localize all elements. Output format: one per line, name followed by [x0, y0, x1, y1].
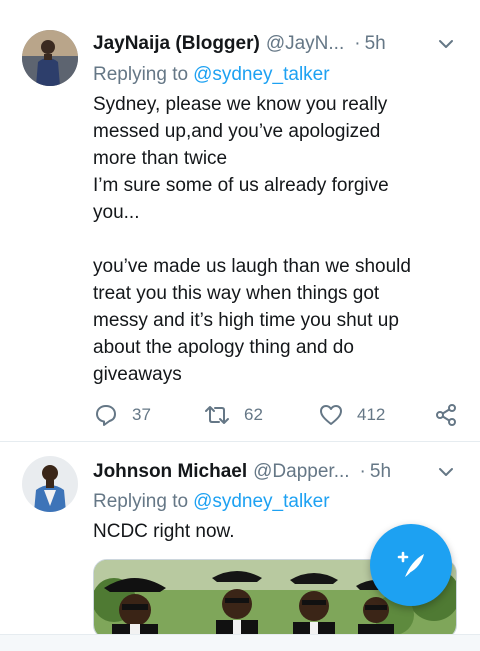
- compose-tweet-button[interactable]: [370, 524, 452, 606]
- retweet-button[interactable]: 62: [203, 400, 263, 430]
- replying-to: Replying to @sydney_talker: [93, 64, 330, 86]
- avatar[interactable]: [22, 456, 78, 512]
- avatar[interactable]: [22, 30, 78, 86]
- timestamp[interactable]: 5h: [365, 33, 386, 55]
- tweet-header: Johnson Michael @Dapper... · 5h: [93, 460, 456, 484]
- user-handle[interactable]: @Dapper...: [253, 461, 349, 483]
- tweet-actions: 37 62 412: [93, 400, 458, 430]
- retweet-count: 62: [244, 405, 263, 424]
- chevron-down-icon[interactable]: [436, 462, 456, 482]
- heart-icon: [320, 405, 342, 425]
- like-button[interactable]: 412: [318, 400, 385, 430]
- like-count: 412: [357, 405, 386, 424]
- replying-to-label: Replying to: [93, 64, 189, 85]
- display-name[interactable]: Johnson Michael: [93, 461, 247, 483]
- separator-dot: ·: [354, 33, 361, 54]
- share-button[interactable]: [434, 400, 458, 430]
- timestamp[interactable]: 5h: [370, 461, 391, 483]
- tweet-card[interactable]: JayNaija (Blogger) @JayN... · 5h Replyin…: [0, 0, 480, 442]
- display-name[interactable]: JayNaija (Blogger): [93, 33, 260, 55]
- replying-to: Replying to @sydney_talker: [93, 491, 330, 513]
- separator-dot: ·: [359, 461, 366, 482]
- bottom-edge: [0, 634, 480, 651]
- reply-icon: [96, 405, 116, 426]
- chevron-down-icon[interactable]: [436, 34, 456, 54]
- compose-tweet-icon: [397, 551, 424, 577]
- user-handle[interactable]: @JayN...: [266, 33, 344, 55]
- reply-button[interactable]: 37: [93, 400, 151, 430]
- replying-to-handle[interactable]: @sydney_talker: [193, 491, 330, 512]
- replying-to-label: Replying to: [93, 491, 189, 512]
- tweet-header: JayNaija (Blogger) @JayN... · 5h: [93, 32, 456, 56]
- share-icon: [436, 404, 456, 426]
- replying-to-handle[interactable]: @sydney_talker: [193, 64, 330, 85]
- retweet-icon: [205, 406, 229, 424]
- tweet-text: Sydney, please we know you really messed…: [93, 94, 411, 385]
- reply-count: 37: [132, 405, 151, 424]
